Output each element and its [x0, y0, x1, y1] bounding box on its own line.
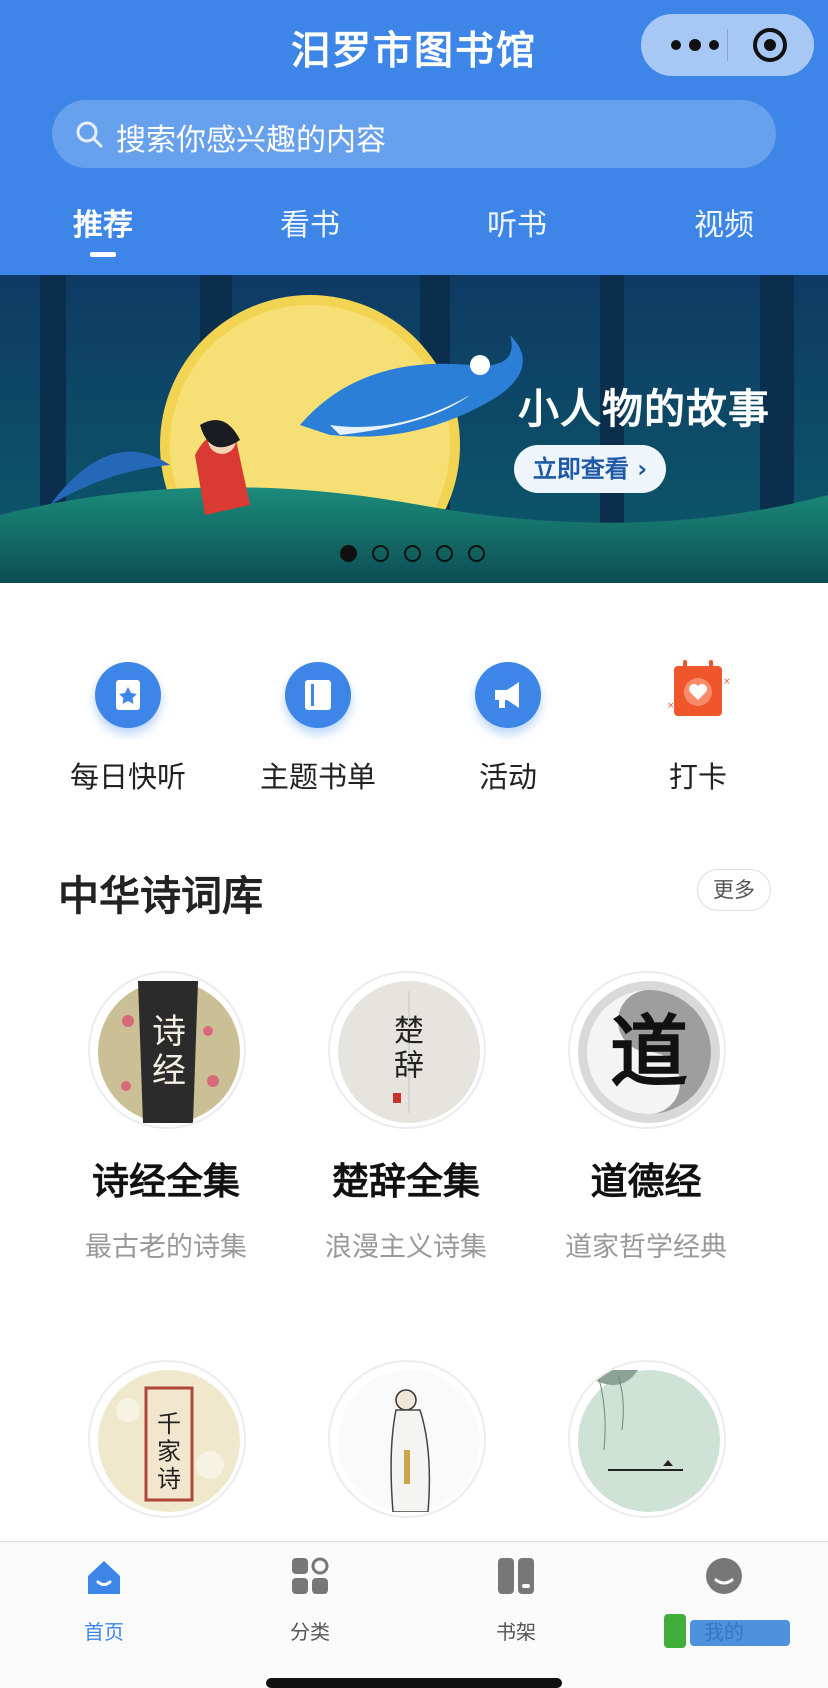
carousel-dot[interactable] [404, 545, 421, 562]
book-icon [285, 662, 351, 728]
category-tabs: 推荐 看书 听书 视频 [0, 200, 828, 260]
carousel-dot[interactable] [372, 545, 389, 562]
headphone-book-icon [95, 662, 161, 728]
poem-description: 最古老的诗集 [85, 1232, 247, 1263]
search-icon [76, 121, 103, 148]
profile-icon [706, 1558, 742, 1594]
megaphone-icon [475, 662, 541, 728]
svg-text:×: × [723, 677, 731, 687]
top-header: 汨罗市图书馆 搜索你感兴趣的内容 推荐 看书 听书 视频 [0, 0, 828, 275]
poem-title: 诗经全集 [92, 1160, 240, 1203]
quick-link-label: 活动 [478, 760, 537, 794]
home-icon [88, 1561, 120, 1594]
promo-banner[interactable]: 小人物的故事 立即查看 › [0, 275, 828, 583]
search-bar[interactable]: 搜索你感兴趣的内容 [52, 100, 776, 168]
watermark-logo [664, 1614, 790, 1648]
quick-link-label: 打卡 [668, 760, 727, 794]
category-icon [292, 1557, 329, 1594]
poem-title: 楚辞全集 [332, 1160, 480, 1203]
banner-view-button[interactable]: 立即查看 › [514, 445, 666, 493]
poem-cover: 诗经 [88, 971, 246, 1129]
cover-text: 诗经 [152, 1012, 186, 1091]
close-miniprogram-icon[interactable] [753, 28, 787, 62]
home-indicator [266, 1678, 562, 1688]
poem-cover: 千家诗 [88, 1360, 246, 1518]
section-title: 中华诗词库 [58, 872, 263, 920]
calendar-heart-icon: × × [665, 660, 731, 728]
tab-listen[interactable]: 听书 [447, 200, 587, 244]
tab-recommend[interactable]: 推荐 [33, 200, 173, 244]
more-button[interactable]: 更多 [697, 869, 771, 911]
nav-label: 分类 [290, 1620, 330, 1644]
cover-text: 楚辞 [394, 1014, 424, 1084]
search-placeholder: 搜索你感兴趣的内容 [116, 123, 386, 158]
miniprogram-capsule [641, 14, 814, 76]
svg-text:×: × [667, 701, 675, 711]
tab-video[interactable]: 视频 [654, 200, 794, 244]
poem-cover [328, 1360, 486, 1518]
more-menu-icon[interactable] [671, 34, 727, 56]
quick-link-label: 每日快听 [69, 760, 186, 794]
tab-read[interactable]: 看书 [240, 200, 380, 244]
poem-description: 道家哲学经典 [565, 1232, 727, 1263]
carousel-dot[interactable] [340, 545, 357, 562]
quick-link-label: 主题书单 [259, 760, 376, 794]
poem-cover: 楚辞 [328, 971, 486, 1129]
cover-text: 道 [610, 1007, 688, 1098]
poem-title: 道德经 [590, 1160, 702, 1203]
carousel-dot[interactable] [468, 545, 485, 562]
capsule-divider [727, 29, 728, 61]
carousel-dot[interactable] [436, 545, 453, 562]
banner-headline: 小人物的故事 [518, 385, 770, 433]
cover-text: 千家诗 [157, 1410, 181, 1493]
quick-links: 每日快听 主题书单 活动 × × 打卡 [0, 660, 828, 802]
nav-label: 书架 [496, 1620, 536, 1644]
active-tab-indicator [90, 252, 116, 257]
poem-cover [568, 1360, 726, 1518]
poem-cover: 道 [568, 971, 726, 1129]
poem-description: 浪漫主义诗集 [325, 1232, 487, 1263]
bookshelf-icon [498, 1558, 534, 1594]
nav-label: 首页 [84, 1620, 124, 1644]
